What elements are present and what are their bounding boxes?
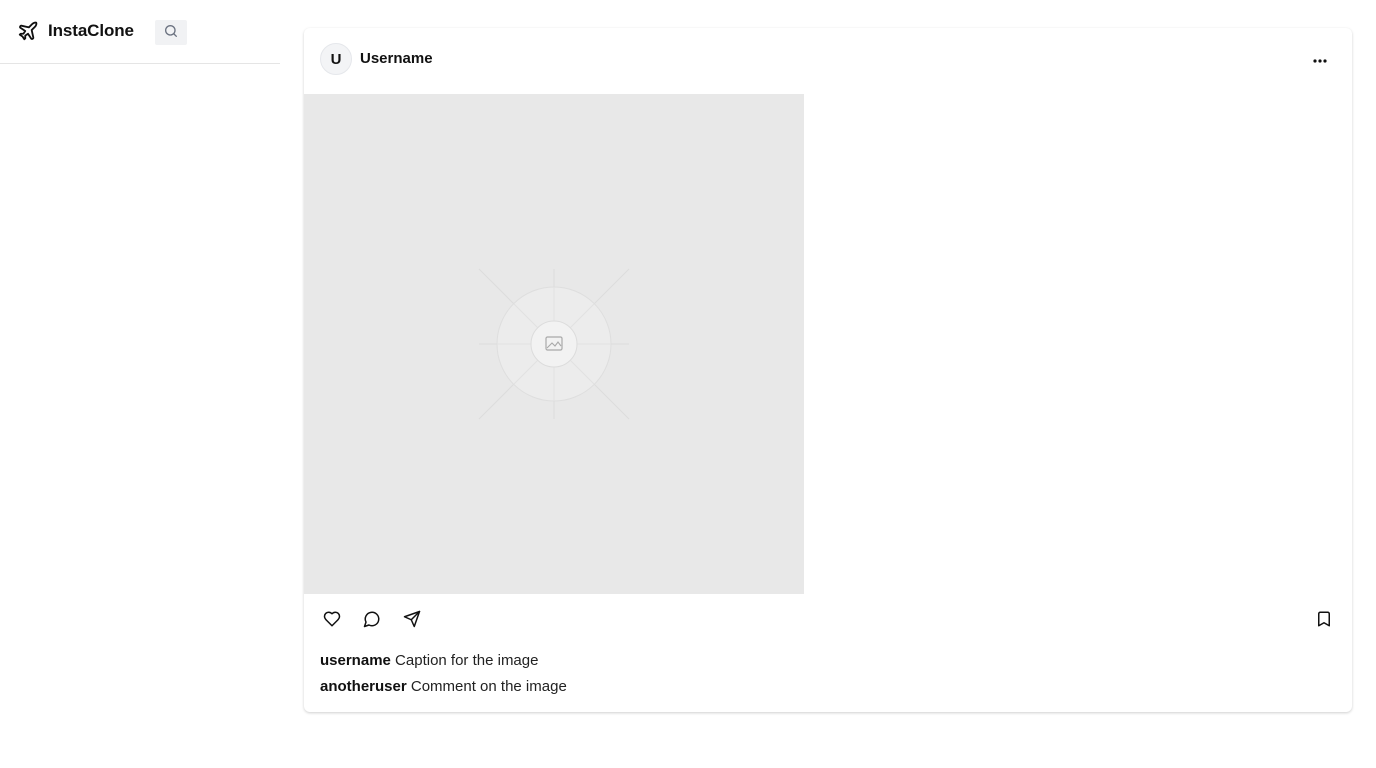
comment-button[interactable] <box>360 609 384 633</box>
post-card: U Username username Caption for the imag… <box>304 28 1352 712</box>
like-button[interactable] <box>320 609 344 633</box>
plane-icon <box>17 20 39 42</box>
image-icon <box>304 268 804 594</box>
comment-username[interactable]: anotheruser <box>320 678 407 695</box>
caption-username[interactable]: username <box>320 652 391 669</box>
heart-icon <box>323 610 341 633</box>
ellipsis-icon <box>1312 51 1328 69</box>
post-caption: username Caption for the image <box>320 652 538 669</box>
post-header: U Username <box>304 28 1352 94</box>
brand-name: InstaClone <box>48 21 134 40</box>
post-username[interactable]: Username <box>360 50 433 67</box>
sidebar-header: InstaClone <box>0 0 280 64</box>
share-button[interactable] <box>400 609 424 633</box>
comment-icon <box>363 610 381 633</box>
send-icon <box>403 610 421 633</box>
avatar[interactable]: U <box>320 43 352 75</box>
bookmark-icon <box>1315 610 1333 633</box>
brand[interactable]: InstaClone <box>17 20 134 42</box>
save-button[interactable] <box>1312 609 1336 633</box>
post-actions <box>304 606 1352 636</box>
search-button[interactable] <box>155 20 187 45</box>
more-options-button[interactable] <box>1304 50 1336 70</box>
search-icon <box>163 23 179 44</box>
post-image[interactable] <box>304 94 804 594</box>
caption-text: Caption for the image <box>395 652 539 669</box>
comment-text: Comment on the image <box>410 678 567 695</box>
comment-item: anotheruser Comment on the image <box>320 678 567 695</box>
